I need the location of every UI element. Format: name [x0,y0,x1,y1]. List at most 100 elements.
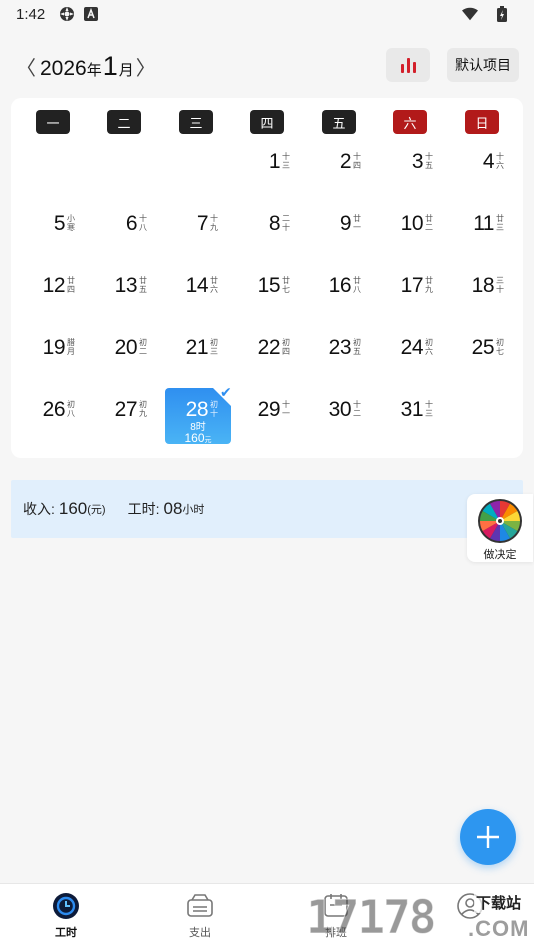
prev-month-button[interactable]: 〈 [14,52,38,81]
weekday-thu: 四 [250,110,284,134]
weekday-wed: 三 [179,110,213,134]
lunar-date: 廿七 [282,276,290,294]
calendar-day-29[interactable]: 29 十一 [242,392,308,448]
calendar-day-23[interactable]: 23 初五 [313,330,379,386]
calendar-day-11[interactable]: 11 廿三 [456,206,522,262]
calendar-day-20[interactable]: 20 初二 [99,330,165,386]
lunar-date: 小寒 [67,214,75,232]
calendar-day-10[interactable]: 10 廿二 [385,206,451,262]
lunar-date: 廿三 [496,214,504,232]
calendar-day-1[interactable]: 1 十三 [242,144,308,200]
day-pay: 160元 [184,431,212,445]
decide-button[interactable]: 做决定 [467,494,533,562]
calendar-day-18[interactable]: 18 三十 [456,268,522,324]
calendar-day-17[interactable]: 17 廿九 [385,268,451,324]
nav-worktime[interactable]: 工时 [26,892,106,948]
calendar-day-2[interactable]: 2 十四 [313,144,379,200]
calendar-day-31[interactable]: 31 十三 [385,392,451,448]
day-number: 30 [328,398,352,421]
calendar-day-12[interactable]: 12 廿四 [27,268,93,324]
day-number: 10 [400,212,424,235]
calendar-day-28[interactable]: ✔ 28 初十 8时 160元 [165,384,236,448]
default-project-button[interactable]: 默认项目 [447,48,519,82]
day-number: 26 [42,398,66,421]
day-number: 25 [471,336,495,359]
calendar-day-4[interactable]: 4 十六 [456,144,522,200]
lunar-date: 十四 [353,152,361,170]
calendar-day-16[interactable]: 16 廿八 [313,268,379,324]
lunar-date: 初七 [496,338,504,356]
day-number: 24 [400,336,424,359]
day-number: 17 [400,274,424,297]
calendar-day-5[interactable]: 5 小寒 [27,206,93,262]
lunar-date: 十三 [282,152,290,170]
day-number: 8 [268,212,281,235]
clock-icon [53,893,79,919]
lunar-date: 腊月 [67,338,75,356]
lunar-date: 十八 [139,214,147,232]
day-number: 21 [185,336,209,359]
day-number: 29 [257,398,281,421]
summary-bar: 收入: 160 (元) 工时: 08 小时 [11,480,523,538]
day-number: 1 [268,150,281,173]
bar-chart-icon [400,64,404,73]
day-number: 11 [473,212,494,235]
day-number: 16 [328,274,352,297]
day-number: 22 [257,336,281,359]
lunar-date: 初九 [139,400,147,418]
day-number: 5 [53,212,66,235]
decide-label: 做决定 [483,549,517,561]
lunar-date: 二十 [282,214,290,232]
next-month-button[interactable]: 〉 [134,52,158,81]
calendar-grid: 一 二 三 四 五 六 日 1 十三 2 十四 3 十五 4 十六 5 小寒 6 十八 7 十九 8 二十 9 廿… [11,98,523,458]
font-a-icon [83,6,99,22]
day-number: 13 [114,274,138,297]
calendar-day-19[interactable]: 19 腊月 [27,330,93,386]
nav-expense-label: 支出 [189,927,211,939]
calendar-day-8[interactable]: 8 二十 [242,206,308,262]
day-number: 18 [471,274,495,297]
plus-icon [477,826,499,848]
calendar-day-24[interactable]: 24 初六 [385,330,451,386]
income-value: 160 [58,499,88,518]
nav-worktime-label: 工时 [55,927,77,939]
month-navigator: 〈 2026 年 1 月 〉 [14,51,158,82]
statistics-button[interactable] [386,48,430,82]
calendar-day-30[interactable]: 30 十二 [313,392,379,448]
battery-charging-icon [494,6,510,22]
lunar-date: 初二 [139,338,147,356]
calendar-day-7[interactable]: 7 十九 [170,206,236,262]
calendar-day-26[interactable]: 26 初八 [27,392,93,448]
day-number: 2 [339,150,352,173]
lunar-date: 十五 [425,152,433,170]
day-number: 9 [339,212,352,235]
day-number: 6 [125,212,138,235]
color-wheel-icon [478,499,522,543]
lunar-date: 十六 [496,152,504,170]
calendar-day-3[interactable]: 3 十五 [385,144,451,200]
calendar-day-14[interactable]: 14 廿六 [170,268,236,324]
calendar-day-22[interactable]: 22 初四 [242,330,308,386]
add-record-button[interactable] [460,809,516,865]
weekday-row: 一 二 三 四 五 六 日 [11,110,523,134]
month-unit: 月 [118,61,134,79]
calendar-day-25[interactable]: 25 初七 [456,330,522,386]
day-number: 7 [196,212,209,235]
calendar-day-21[interactable]: 21 初三 [170,330,236,386]
calendar-day-9[interactable]: 9 廿一 [313,206,379,262]
wifi-icon [462,6,478,22]
day-number: 31 [400,398,424,421]
calendar-day-27[interactable]: 27 初九 [99,392,165,448]
calendar-day-15[interactable]: 15 廿七 [242,268,308,324]
weekday-fri: 五 [322,110,356,134]
day-number: 4 [482,150,495,173]
calendar-header: 〈 2026 年 1 月 〉 默认项目 [0,46,534,86]
weekday-sat: 六 [393,110,427,134]
nav-expense[interactable]: 支出 [160,892,240,948]
settings-gear-icon [59,6,75,22]
calendar-day-13[interactable]: 13 廿五 [99,268,165,324]
lunar-date: 廿四 [67,276,75,294]
lunar-date: 三十 [496,276,504,294]
calendar-day-6[interactable]: 6 十八 [99,206,165,262]
lunar-date: 廿一 [353,214,361,232]
